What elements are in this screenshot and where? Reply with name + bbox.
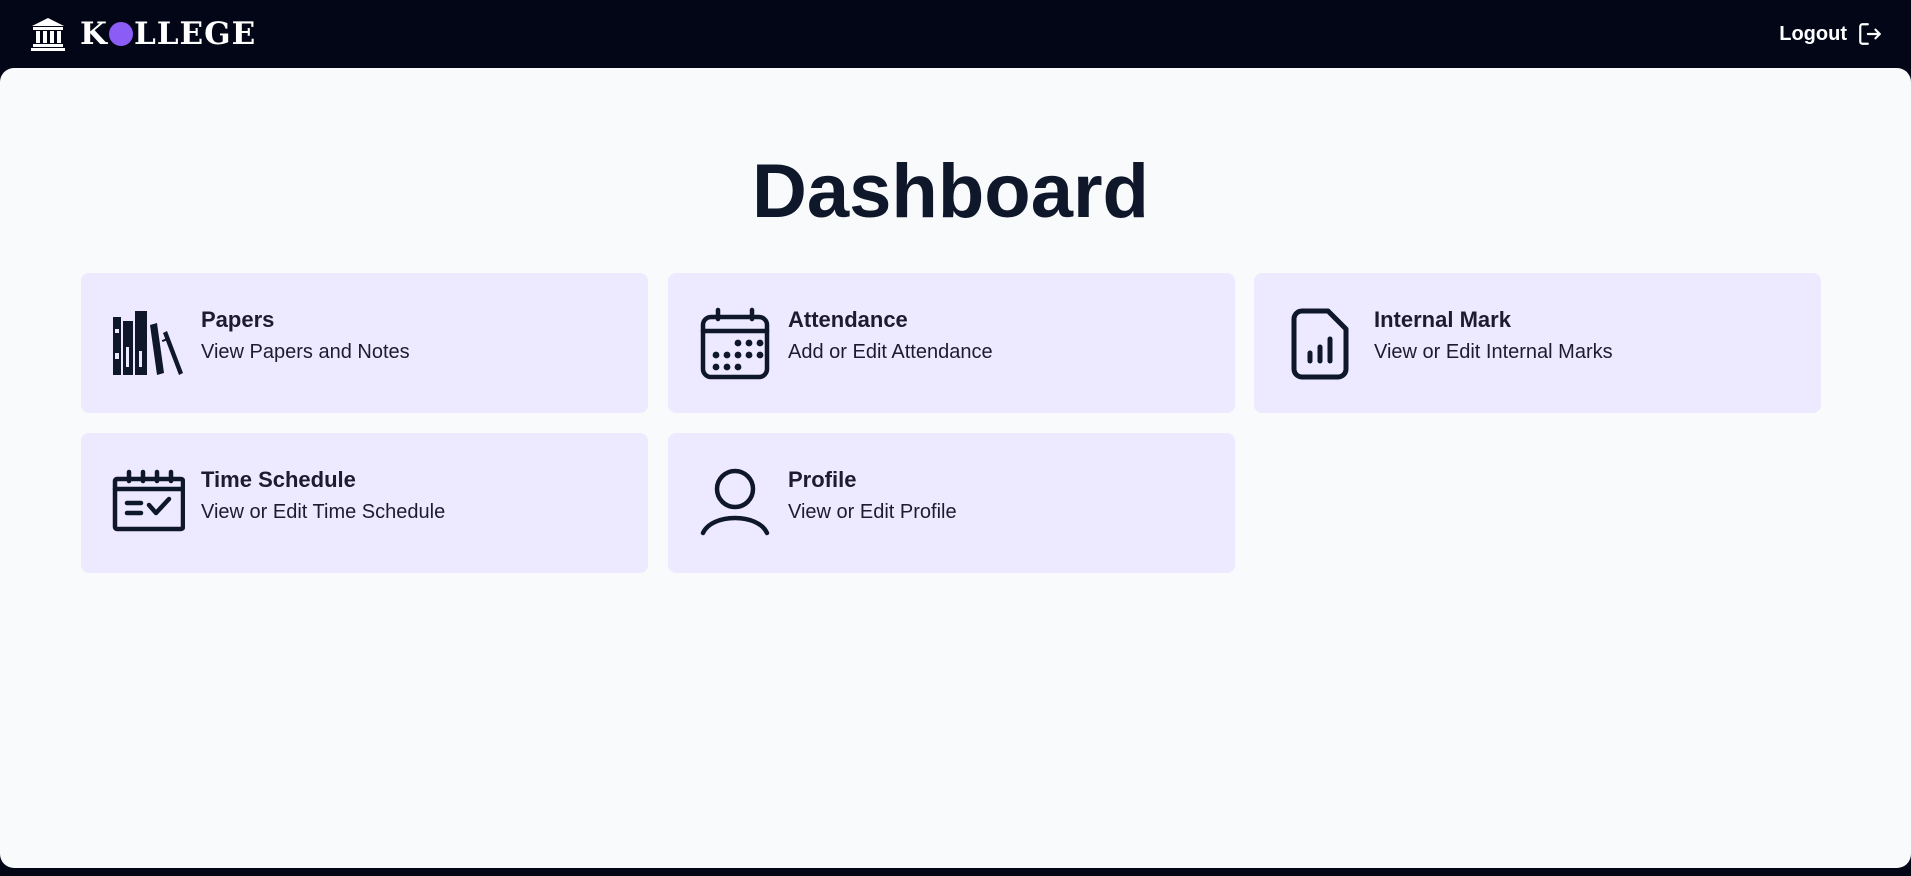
time-schedule-card[interactable]: Time Schedule View or Edit Time Schedule: [81, 433, 648, 573]
profile-card[interactable]: Profile View or Edit Profile: [668, 433, 1235, 573]
card-description: View or Edit Profile: [788, 501, 957, 523]
brand-name-end: LLEGE: [133, 16, 257, 52]
card-title: Profile: [788, 467, 857, 492]
page-title: Dashboard: [752, 149, 1149, 234]
card-description: Add or Edit Attendance: [788, 341, 993, 363]
papers-card[interactable]: Papers View Papers and Notes: [81, 273, 648, 413]
institution-icon: [30, 16, 66, 52]
card-description: View or Edit Time Schedule: [201, 501, 446, 523]
calendar-icon: [698, 307, 772, 381]
logout-icon: [1857, 21, 1883, 47]
top-navbar: K LLEGE Logout: [0, 0, 1911, 68]
card-title: Attendance: [788, 307, 908, 332]
schedule-check-icon: [111, 467, 185, 541]
card-description: View Papers and Notes: [201, 341, 410, 363]
attendance-card[interactable]: Attendance Add or Edit Attendance: [668, 273, 1235, 413]
brand-name-start: K: [80, 16, 108, 52]
card-title: Time Schedule: [201, 467, 356, 492]
brand-name: K LLEGE: [80, 16, 256, 52]
card-description: View or Edit Internal Marks: [1374, 341, 1613, 363]
internal-mark-card[interactable]: Internal Mark View or Edit Internal Mark…: [1254, 273, 1821, 413]
card-title: Papers: [201, 307, 275, 332]
card-title: Internal Mark: [1374, 307, 1511, 332]
logout-label: Logout: [1779, 22, 1847, 45]
logout-button[interactable]: Logout: [1779, 18, 1883, 50]
books-icon: [111, 307, 185, 381]
brand-dot: [108, 22, 133, 46]
brand[interactable]: K LLEGE: [30, 14, 256, 54]
main-panel: Dashboard Papers View Papers and Notes A…: [0, 68, 1911, 868]
user-icon: [698, 467, 772, 541]
chart-document-icon: [1284, 307, 1358, 381]
